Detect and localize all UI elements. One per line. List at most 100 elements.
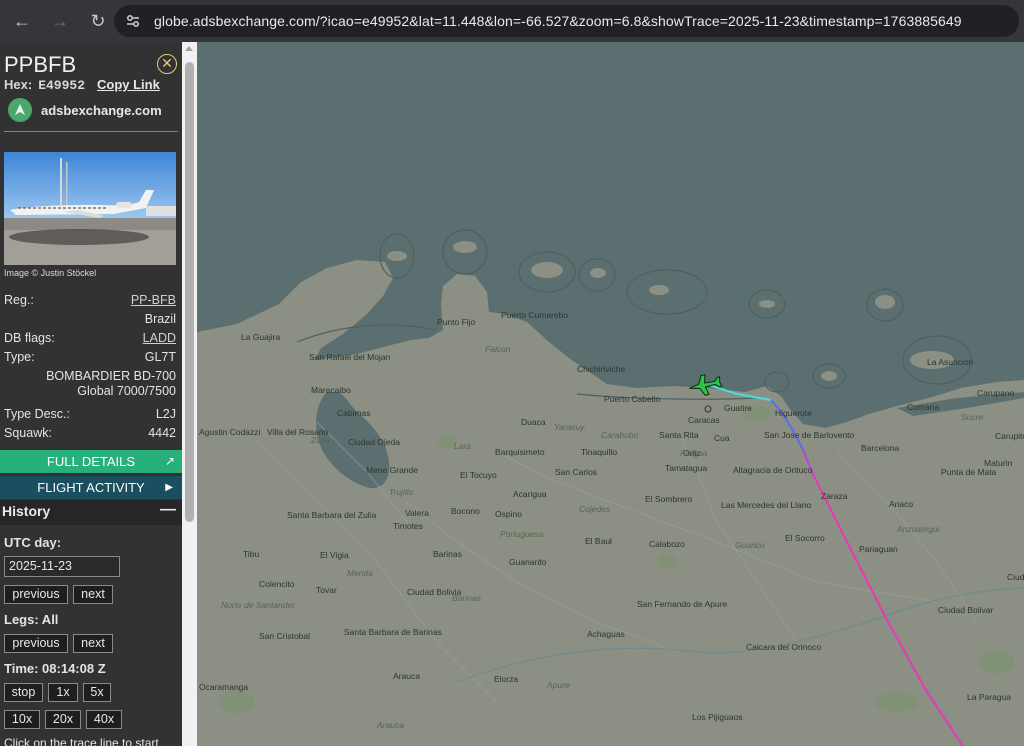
map-city-label: Ocaramanga — [199, 682, 249, 692]
day-next-button[interactable]: next — [73, 585, 113, 604]
leg-previous-button[interactable]: previous — [4, 634, 68, 653]
map-city-label: Carupano — [977, 388, 1015, 398]
browser-toolbar: ← → ↻ globe.adsbexchange.com/?icao=e4995… — [0, 0, 1024, 42]
map-city-label: Barinas — [433, 549, 462, 559]
map-city-label: Chichiriviche — [577, 364, 626, 374]
map-city-label: El Sombrero — [645, 494, 693, 504]
map-city-label: El Vigia — [320, 550, 349, 560]
map-region-label: Arauca — [377, 720, 404, 730]
speed-5x-button[interactable]: 5x — [83, 683, 111, 702]
map-city-label: Acarigua — [513, 489, 547, 499]
time-label: Time: 08:14:08 Z — [4, 661, 106, 676]
speed-20x-button[interactable]: 20x — [45, 710, 81, 729]
squawk-value: 4442 — [148, 426, 176, 440]
map-city-label: Santa Barbara de Barinas — [344, 627, 442, 637]
map-city-label: Santa Barbara del Zulia — [287, 510, 377, 520]
map-city-label: Arauca — [393, 671, 420, 681]
day-previous-button[interactable]: previous — [4, 585, 68, 604]
map-city-label: La Paragua — [967, 692, 1011, 702]
forward-arrow-icon[interactable]: → — [44, 5, 76, 37]
island-coche — [821, 371, 837, 381]
collapse-icon[interactable]: — — [160, 501, 176, 519]
map-city-label: Cumana — [907, 402, 940, 412]
reload-icon[interactable]: ↻ — [82, 5, 114, 37]
map-city-label: San Jose de Barlovento — [764, 430, 855, 440]
leg-next-button[interactable]: next — [73, 634, 113, 653]
divider — [4, 131, 178, 132]
type-label: Type: — [4, 350, 35, 364]
model-line2: Global 7000/7500 — [77, 384, 176, 398]
map-city-label: Las Mercedes del Llano — [721, 500, 812, 510]
map-city-label: Anaco — [889, 499, 914, 509]
map-city-label: Ospino — [495, 509, 522, 519]
address-bar[interactable]: globe.adsbexchange.com/?icao=e49952&lat=… — [114, 5, 1019, 37]
map-city-label: La Guajira — [241, 332, 281, 342]
dbflags-value[interactable]: LADD — [143, 331, 176, 345]
map-city-label: Maturin — [984, 458, 1013, 468]
map-city-label: Caracas — [688, 415, 720, 425]
map-region-label: Falcon — [485, 344, 511, 354]
close-icon[interactable]: ✕ — [157, 54, 177, 74]
brand-text: adsbexchange.com — [41, 102, 162, 118]
map-city-label: Ciudad — [1007, 572, 1024, 582]
utc-day-label: UTC day: — [4, 535, 62, 550]
speed-1x-button[interactable]: 1x — [48, 683, 78, 702]
copy-link[interactable]: Copy Link — [97, 77, 160, 92]
map-city-label: Duaca — [521, 417, 546, 427]
map-city-label: Maracaibo — [311, 385, 351, 395]
hex-value: E49952 — [38, 78, 85, 93]
scroll-up-icon[interactable] — [185, 46, 193, 51]
map-city-label: Caicara del Orinoco — [746, 642, 822, 652]
map-city-label: Bocono — [451, 506, 480, 516]
reg-value[interactable]: PP-BFB — [131, 293, 176, 307]
history-header[interactable]: History — — [0, 500, 182, 525]
island-blanquilla — [875, 295, 895, 309]
island-tortuga — [590, 268, 606, 278]
stop-button[interactable]: stop — [4, 683, 43, 702]
map-view[interactable]: Punto Fijo Puerto Cumarebo La Guajira San R… — [197, 42, 1024, 746]
map-region-label: Zulia — [311, 435, 330, 445]
speed-40x-button[interactable]: 40x — [86, 710, 122, 729]
map-city-label: Tovar — [316, 585, 337, 595]
hex-label: Hex: — [4, 77, 33, 92]
legs-label: Legs: All — [4, 612, 59, 627]
map-city-label: Barcelona — [861, 443, 900, 453]
sidebar-scrollbar[interactable] — [182, 42, 197, 746]
map-city-label: San Cristobal — [259, 631, 311, 641]
trace-hint: Click on the trace line to start — [4, 736, 159, 746]
map-city-label: Agustin Codazzi — [199, 427, 261, 437]
map-city-label: Guatire — [724, 403, 752, 413]
map-region-label: Cojedes — [579, 504, 611, 514]
map-region-label: Merida — [347, 568, 373, 578]
map-city-label: Tinaquillo — [581, 447, 618, 457]
photo-credit: Image © Justin Stöckel — [4, 268, 97, 278]
typedesc-label: Type Desc.: — [4, 407, 70, 421]
back-arrow-icon[interactable]: ← — [6, 5, 38, 37]
flight-activity-button[interactable]: FLIGHT ACTIVITY ▶ — [0, 476, 182, 499]
reg-label: Reg.: — [4, 293, 34, 307]
map-city-label: El Baul — [585, 536, 612, 546]
url-text[interactable]: globe.adsbexchange.com/?icao=e49952&lat=… — [154, 13, 962, 29]
hex-row: Hex: E49952 Copy Link — [4, 77, 160, 93]
scroll-thumb[interactable] — [185, 62, 194, 522]
brand-row[interactable]: adsbexchange.com — [8, 98, 162, 122]
external-link-icon: ↗ — [164, 454, 175, 468]
country-value: Brazil — [144, 312, 176, 326]
map-city-label: Higuerote — [775, 408, 812, 418]
map-city-label: Altagracia de Orituco — [733, 465, 813, 475]
map-city-label: Pariaguan — [859, 544, 898, 554]
date-input[interactable]: 2025-11-23 — [4, 556, 120, 577]
map-city-label: Santa Rita — [659, 430, 699, 440]
map-region-label: Dependencias Federales — [691, 292, 786, 302]
map-city-label: Calabozo — [649, 539, 685, 549]
map-city-label: San Carlos — [555, 467, 598, 477]
model-line1: BOMBARDIER BD-700 — [46, 369, 176, 383]
map-region-label: Portuguesa — [500, 529, 544, 539]
map-city-label: Guanarito — [509, 557, 547, 567]
map-region-label: Yaracuy — [554, 422, 585, 432]
island-bonaire — [531, 262, 563, 278]
full-details-button[interactable]: FULL DETAILS ↗ — [0, 450, 182, 473]
site-settings-icon[interactable] — [118, 6, 148, 36]
speed-10x-button[interactable]: 10x — [4, 710, 40, 729]
aircraft-photo[interactable] — [4, 152, 176, 265]
